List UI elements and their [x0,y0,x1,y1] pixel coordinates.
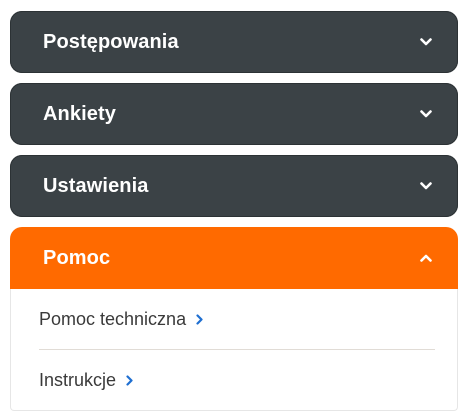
menu-section-pomoc[interactable]: Pomoc [10,227,458,289]
chevron-down-icon [418,106,434,122]
menu-section-ankiety[interactable]: Ankiety [10,83,458,145]
submenu-item-instrukcje[interactable]: Instrukcje [39,350,435,410]
chevron-right-icon [126,374,133,386]
chevron-down-icon [418,34,434,50]
menu-section-label: Ustawienia [43,174,149,197]
menu-section-label: Postępowania [43,30,179,53]
menu-section-label: Pomoc [43,246,111,269]
submenu-item-label: Instrukcje [39,369,117,390]
menu-section-label: Ankiety [43,102,116,125]
pomoc-submenu: Pomoc techniczna Instrukcje [10,289,458,411]
chevron-right-icon [196,313,203,325]
menu-section-ustawienia[interactable]: Ustawienia [10,155,458,217]
submenu-item-label: Pomoc techniczna [39,308,187,329]
submenu-item-pomoc-techniczna[interactable]: Pomoc techniczna [39,289,435,349]
side-menu: Postępowania Ankiety Ustawienia Pomoc Po… [10,11,458,411]
menu-section-postepowania[interactable]: Postępowania [10,11,458,73]
chevron-down-icon [418,178,434,194]
chevron-up-icon [418,250,434,266]
